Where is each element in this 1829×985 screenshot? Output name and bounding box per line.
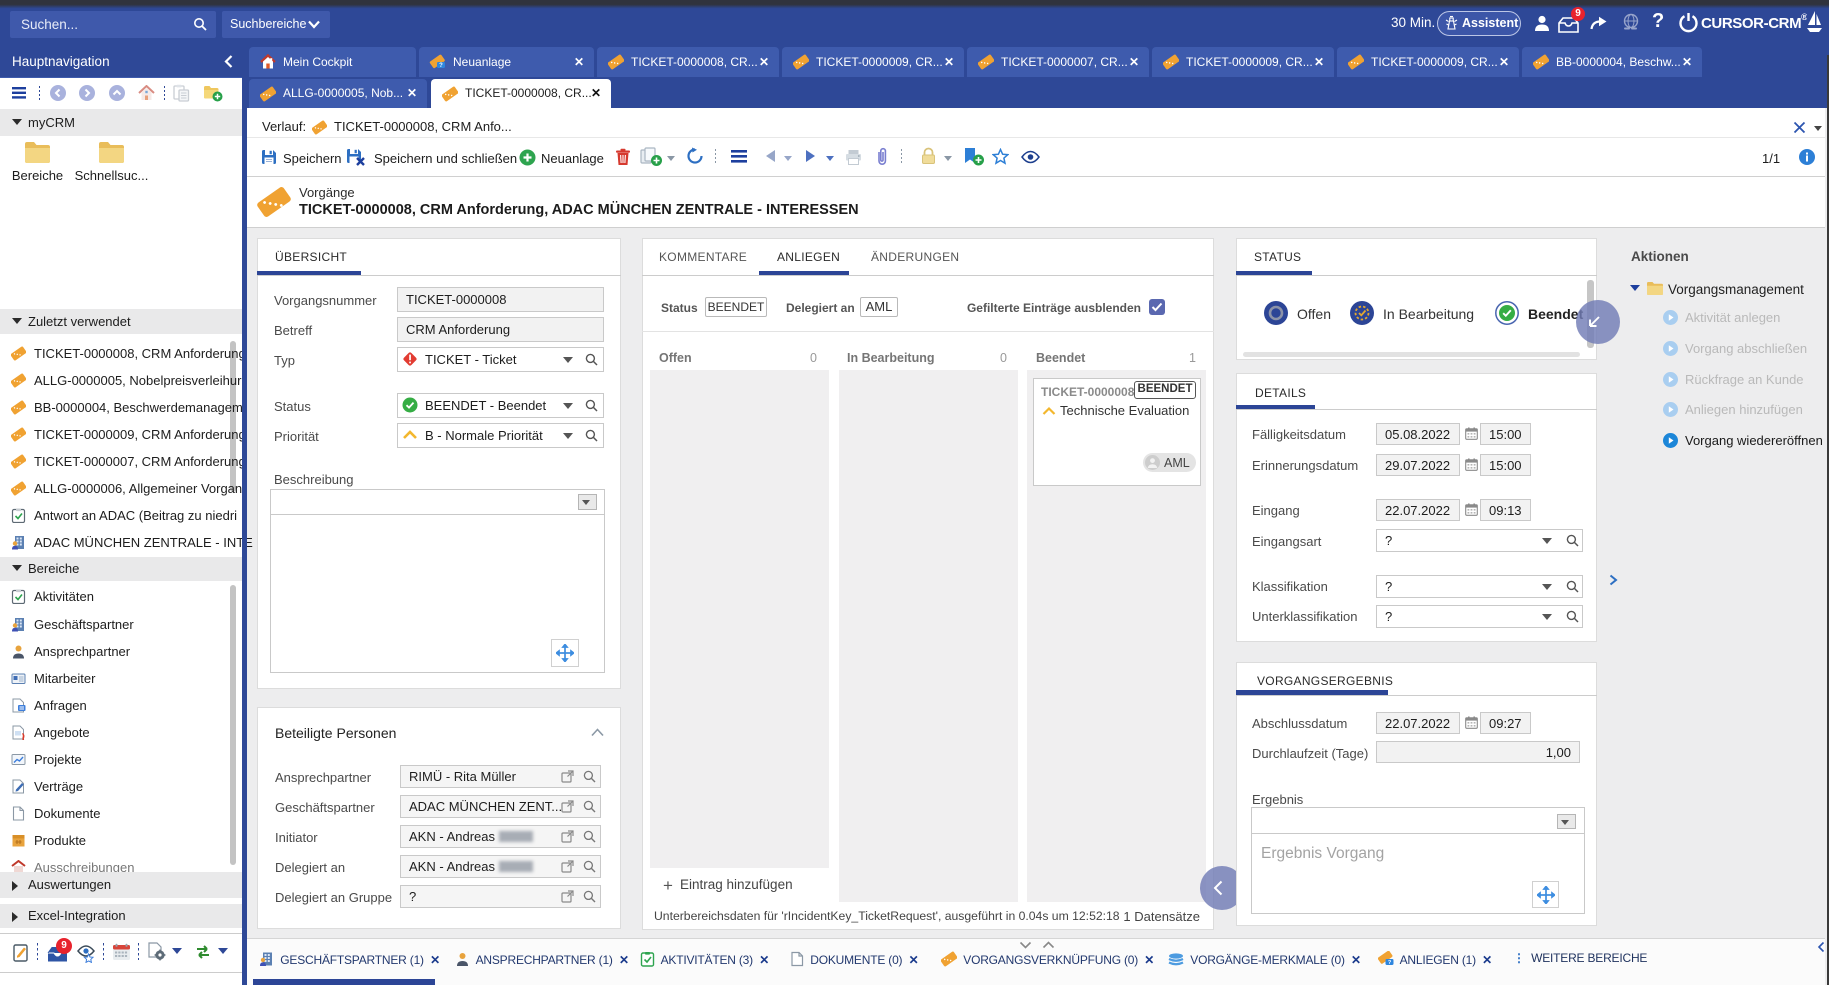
svg-text:?: ? bbox=[439, 63, 443, 69]
